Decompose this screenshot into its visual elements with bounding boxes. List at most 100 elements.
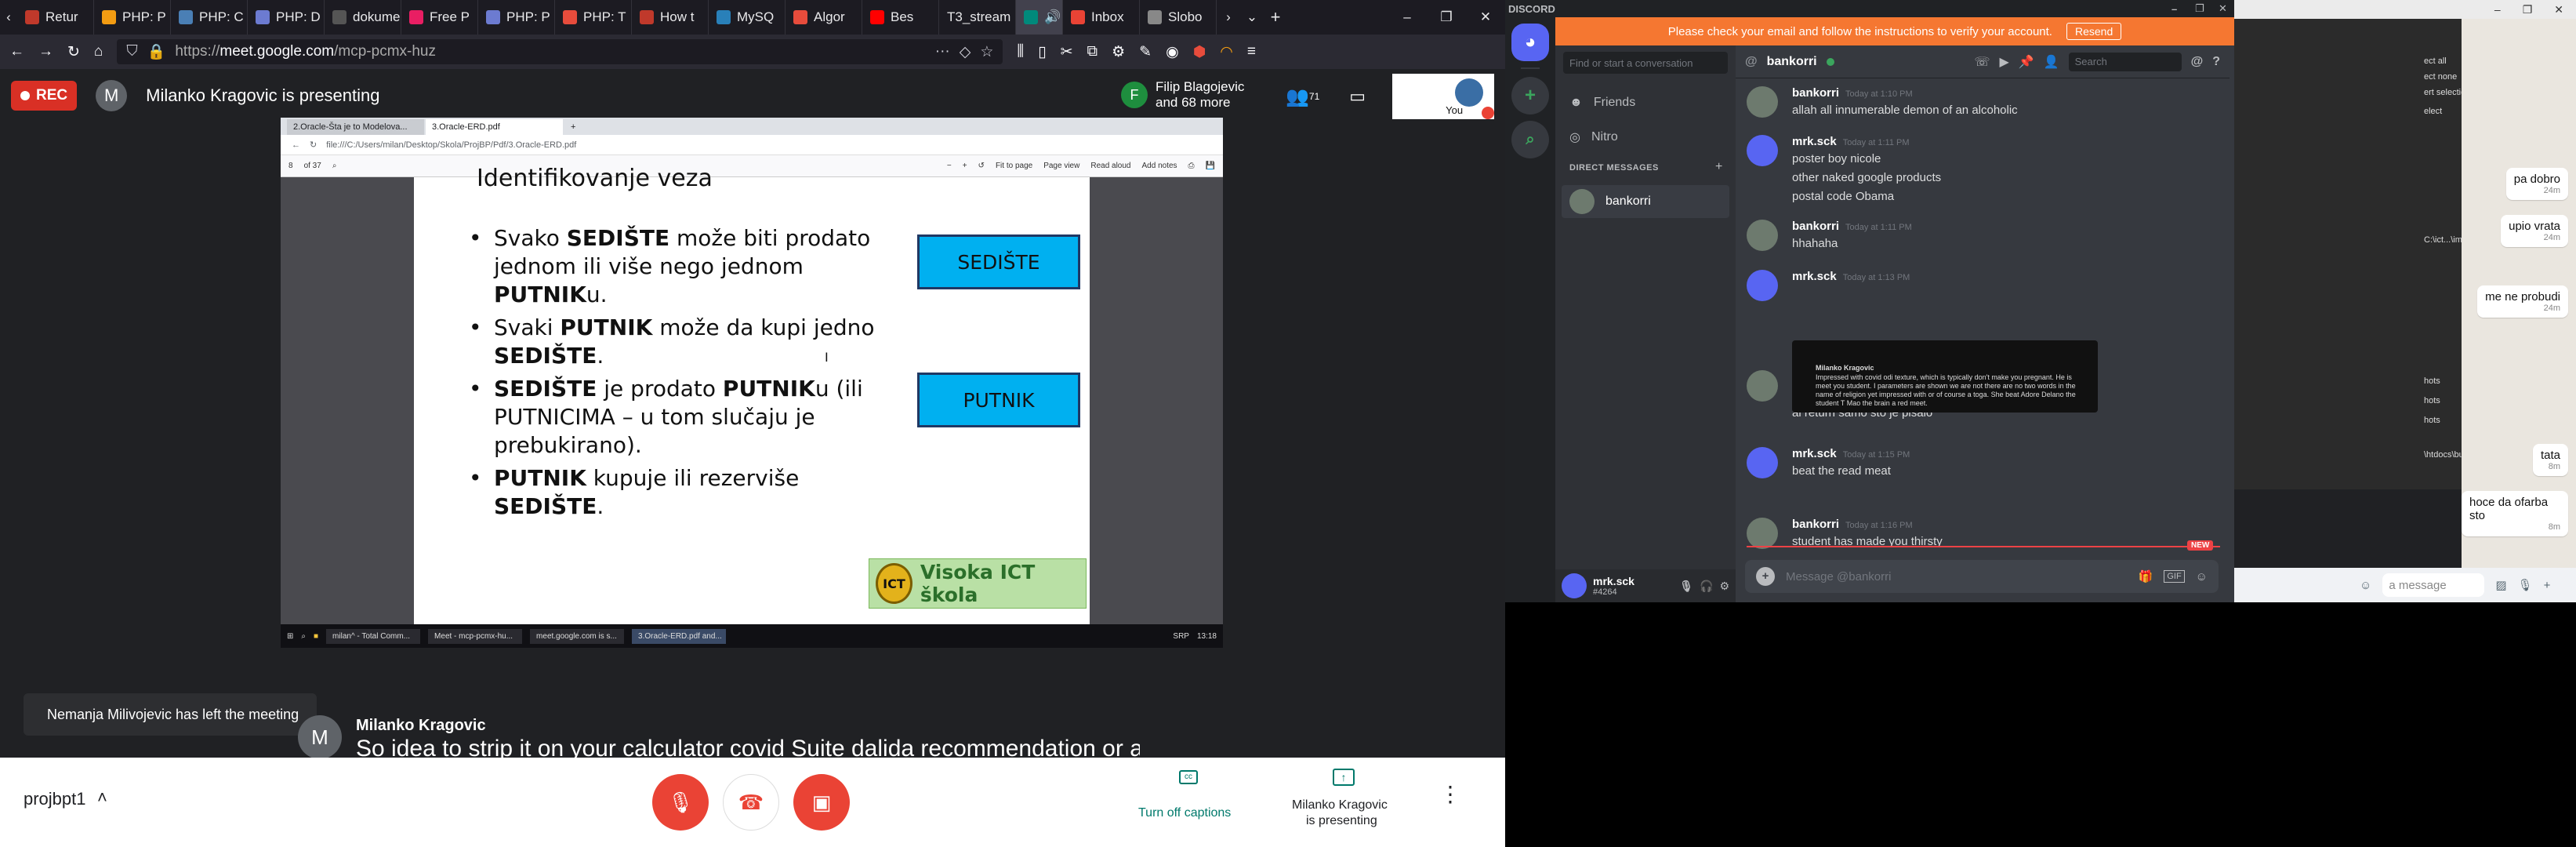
captions-icon[interactable]: cc — [1179, 770, 1198, 784]
message-author[interactable]: mrk.sck Today at 1:13 PM — [1792, 270, 1910, 283]
page-actions-icon[interactable]: ··· — [935, 43, 950, 60]
gift-icon[interactable]: 🎁 — [2139, 569, 2153, 583]
restore-icon[interactable]: ❐ — [2195, 2, 2219, 15]
message-author[interactable]: bankorri Today at 1:16 PM — [1792, 518, 1913, 531]
close-window-icon[interactable]: ✕ — [2219, 2, 2234, 15]
whatsapp-message-input[interactable]: a message — [2382, 573, 2485, 597]
extension-icon[interactable]: ⧉ — [1087, 43, 1098, 60]
mic-icon[interactable]: 🎙 — [2518, 578, 2533, 592]
more-options-icon[interactable]: ⋮ — [1439, 781, 1461, 807]
sidebar-icon[interactable]: ▯ — [1038, 43, 1046, 61]
add-icon[interactable]: + — [2544, 579, 2551, 592]
menu-icon[interactable]: ≡ — [1247, 43, 1256, 60]
extension-icon[interactable]: ◉ — [1166, 43, 1179, 61]
chat-search-input[interactable]: Search — [2068, 52, 2182, 71]
sticker-icon[interactable]: ▨ — [2495, 578, 2506, 592]
browser-tab[interactable]: Algor — [785, 0, 862, 35]
extension-icon[interactable]: ✎ — [1139, 43, 1152, 61]
chevron-up-icon[interactable]: ˄ — [97, 787, 107, 808]
pocket-icon[interactable]: ◇ — [960, 43, 971, 61]
message-avatar[interactable] — [1747, 220, 1778, 251]
mentions-icon[interactable]: @ — [2191, 55, 2204, 69]
reload-icon[interactable]: ↻ — [67, 43, 80, 61]
presenting-status-line1[interactable]: Milanko Kragovic — [1292, 798, 1388, 812]
message-avatar[interactable] — [1747, 518, 1778, 549]
restore-icon[interactable]: ❐ — [2523, 3, 2533, 16]
present-icon[interactable]: ↑ — [1333, 769, 1355, 786]
message-author[interactable]: bankorri Today at 1:10 PM — [1792, 86, 1913, 100]
attach-plus-icon[interactable]: + — [1756, 567, 1775, 586]
settings-gear-icon[interactable]: ⚙ — [1719, 580, 1729, 593]
browser-tab[interactable]: dokument — [325, 0, 401, 35]
browser-tab[interactable]: MySQ — [709, 0, 785, 35]
message-image-attachment[interactable]: Milanko Kragovic Impressed with covid od… — [1792, 340, 2098, 413]
message-avatar[interactable] — [1747, 370, 1778, 402]
message-author[interactable]: mrk.sck Today at 1:11 PM — [1792, 135, 1910, 148]
gif-icon[interactable]: GIF — [2164, 570, 2185, 583]
resend-button[interactable]: Resend — [2066, 23, 2122, 40]
meeting-code[interactable]: projbpt1 — [24, 789, 86, 809]
browser-tab[interactable]: Retur — [17, 0, 94, 35]
headphones-icon[interactable]: 🎧 — [1700, 580, 1713, 593]
message-author-name[interactable]: bankorri — [1792, 518, 1839, 531]
message-avatar[interactable] — [1747, 270, 1778, 301]
extension-icon[interactable]: ⚙ — [1112, 43, 1125, 61]
message-avatar[interactable] — [1747, 86, 1778, 118]
message-avatar[interactable] — [1747, 135, 1778, 166]
microphone-icon[interactable]: 🎙 — [1679, 580, 1693, 593]
minimize-icon[interactable]: – — [2494, 3, 2501, 16]
message-author-name[interactable]: mrk.sck — [1792, 447, 1837, 460]
dm-item-bankorri[interactable]: bankorri — [1562, 185, 1729, 218]
minimize-icon[interactable]: – — [2171, 3, 2195, 15]
add-friends-to-dm-icon[interactable]: 👤 — [2044, 54, 2059, 70]
voice-call-icon[interactable]: ☏ — [1974, 54, 1990, 70]
browser-tab[interactable]: Slobo — [1140, 0, 1217, 35]
browser-tab[interactable]: Inbox — [1063, 0, 1140, 35]
video-call-icon[interactable]: ▶ — [1999, 54, 2008, 70]
adblock-icon[interactable]: ⬢ — [1193, 43, 1206, 61]
lock-icon[interactable]: 🔒 — [147, 42, 166, 61]
url-bar[interactable]: ⛉ 🔒 https://meet.google.com/mcp-pcmx-huz… — [117, 39, 1003, 64]
browser-tab-active[interactable]: 🔊 — [1016, 0, 1063, 35]
tracking-shield-icon[interactable]: ⛉ — [126, 43, 137, 60]
bookmark-star-icon[interactable]: ☆ — [980, 43, 993, 61]
message-author[interactable]: mrk.sck Today at 1:15 PM — [1792, 447, 1910, 460]
self-view-tile[interactable]: You — [1392, 74, 1495, 119]
message-author-name[interactable]: bankorri — [1792, 220, 1839, 233]
browser-tab[interactable]: PHP: T — [555, 0, 632, 35]
sidebar-item-friends[interactable]: ☻ Friends — [1562, 86, 1729, 119]
explore-servers-icon[interactable]: ⌕ — [1511, 121, 1549, 158]
message-author-name[interactable]: bankorri — [1792, 86, 1839, 100]
sidebar-item-nitro[interactable]: ◎ Nitro — [1562, 121, 1729, 154]
back-icon[interactable]: ← — [9, 43, 24, 60]
dm-search-input[interactable]: Find or start a conversation — [1563, 52, 1728, 74]
browser-tab[interactable]: PHP: P — [478, 0, 555, 35]
browser-tab[interactable]: How t — [632, 0, 709, 35]
message-avatar[interactable] — [1747, 447, 1778, 478]
emoji-icon[interactable]: ☺ — [2196, 570, 2208, 583]
minimize-icon[interactable]: – — [1388, 9, 1427, 25]
message-composer[interactable]: + Message @bankorri 🎁 GIF ☺ — [1745, 560, 2219, 593]
help-icon[interactable]: ? — [2212, 55, 2220, 69]
emoji-icon[interactable]: ☺ — [2360, 579, 2371, 592]
tab-scroll-right-icon[interactable]: › — [1217, 9, 1240, 25]
turn-off-captions-button[interactable]: Turn off captions — [1138, 806, 1231, 820]
extension-icon[interactable]: ✂ — [1061, 43, 1073, 61]
browser-tab[interactable]: PHP: P — [94, 0, 171, 35]
chat-icon[interactable]: ▭ — [1349, 86, 1366, 107]
pinned-messages-icon[interactable]: 📌 — [2019, 54, 2034, 70]
discord-home-icon[interactable]: ◕ — [1511, 24, 1549, 61]
speaker-icon[interactable]: 🔊 — [1044, 9, 1061, 25]
camera-off-button[interactable]: ▣ — [793, 774, 850, 831]
create-dm-icon[interactable]: + — [1715, 160, 1722, 174]
home-icon[interactable]: ⌂ — [94, 43, 103, 60]
mic-off-button[interactable]: 🎙 — [652, 774, 709, 831]
library-icon[interactable]: ⫼ — [1017, 43, 1024, 60]
list-tabs-icon[interactable]: ⌄ — [1240, 9, 1264, 25]
message-author-name[interactable]: mrk.sck — [1792, 270, 1837, 283]
browser-tab[interactable]: Free P — [401, 0, 478, 35]
close-window-icon[interactable]: ✕ — [2554, 3, 2563, 16]
hang-up-button[interactable]: ☎ — [723, 774, 779, 831]
rss-icon[interactable]: ◠ — [1220, 43, 1233, 61]
browser-tab[interactable]: Bes — [862, 0, 939, 35]
